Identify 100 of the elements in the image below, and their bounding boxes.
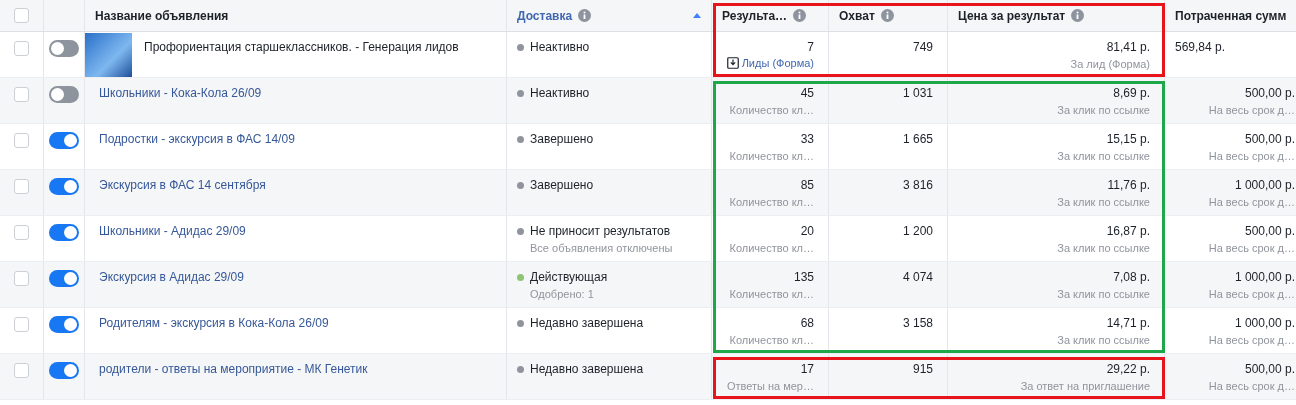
reach-value: 3 158 — [902, 316, 933, 330]
results-type: Ответы на мер… — [726, 380, 814, 392]
info-icon[interactable] — [880, 9, 894, 22]
results-type: Количество кл… — [729, 242, 814, 254]
ad-name-link[interactable]: Родителям - экскурсия в Кока-Кола 26/09 — [99, 316, 329, 330]
results-value: 68 — [800, 316, 814, 330]
checkbox[interactable] — [14, 317, 29, 332]
toggle-switch[interactable] — [49, 132, 79, 149]
results-type-link[interactable]: Лиды (Форма) — [741, 57, 814, 69]
results-value: 85 — [800, 178, 814, 192]
results-type: Количество кл… — [729, 150, 814, 162]
ad-name-link[interactable]: Подростки - экскурсия в ФАС 14/09 — [99, 132, 295, 146]
delivery-status: Неактивно — [530, 86, 590, 100]
info-icon[interactable] — [793, 9, 807, 22]
cost-value: 11,76 р. — [1107, 178, 1150, 192]
delivery-status: Действующая — [530, 270, 608, 284]
budget-note: На весь срок д… — [1208, 196, 1295, 208]
delivery-status: Завершено — [530, 132, 594, 146]
results-value: 7 — [807, 40, 814, 54]
results-value: 33 — [800, 132, 814, 146]
results-type: Количество кл… — [729, 288, 814, 300]
reach-value: 1 031 — [902, 86, 933, 100]
spent-value: 569,84 р. — [1175, 40, 1227, 54]
checkbox[interactable] — [14, 8, 29, 23]
ad-name-link[interactable]: родители - ответы на мероприятие - МК Генетик — [99, 362, 368, 376]
toggle-switch[interactable] — [49, 316, 79, 333]
status-note: Одобрено: 1 — [530, 288, 595, 300]
results-value: 135 — [793, 270, 814, 284]
spent-value: 1 000,00 р. — [1234, 178, 1295, 192]
budget-note: На весь срок д… — [1208, 150, 1295, 162]
results-value: 20 — [800, 224, 814, 238]
cost-type: За клик по ссылке — [1057, 242, 1150, 254]
reach-value: 4 074 — [902, 270, 933, 284]
column-header[interactable]: Цена за результат — [958, 8, 1066, 23]
column-header[interactable]: Потраченная сумм — [1175, 8, 1287, 23]
checkbox[interactable] — [14, 363, 29, 378]
cost-type: За клик по ссылке — [1057, 196, 1150, 208]
ad-name-link[interactable]: Экскурсия в Адидас 29/09 — [99, 270, 244, 284]
sort-arrow-icon[interactable] — [693, 13, 701, 18]
cost-type: За ответ на приглашение — [1020, 380, 1150, 392]
results-type: Количество кл… — [729, 334, 814, 346]
column-header[interactable]: Доставка — [517, 8, 573, 23]
ad-name-link[interactable]: Экскурсия в ФАС 14 сентября — [99, 178, 266, 192]
results-type: Количество кл… — [729, 104, 814, 116]
ad-name-link[interactable]: Школьники - Адидас 29/09 — [99, 224, 246, 238]
info-icon[interactable] — [1071, 9, 1085, 22]
budget-note: На весь срок д… — [1208, 104, 1295, 116]
cost-value: 14,71 р. — [1106, 316, 1150, 330]
spent-value: 500,00 р. — [1244, 224, 1295, 238]
delivery-status: Недавно завершена — [530, 316, 644, 330]
results-value: 17 — [800, 362, 814, 376]
checkbox[interactable] — [14, 225, 29, 240]
checkbox[interactable] — [14, 133, 29, 148]
delivery-status: Не приносит результатов — [530, 224, 671, 238]
results-type: Количество кл… — [729, 196, 814, 208]
spent-value: 1 000,00 р. — [1234, 316, 1295, 330]
cost-type: За клик по ссылке — [1057, 150, 1150, 162]
ad-name-link[interactable]: Профориентация старшеклассников. - Генерация лидов — [144, 40, 459, 54]
cost-type: За лид (Форма) — [1070, 58, 1150, 70]
toggle-switch[interactable] — [49, 40, 79, 57]
toggle-switch[interactable] — [49, 86, 79, 103]
checkbox[interactable] — [14, 179, 29, 194]
status-note: Все объявления отключены — [530, 242, 674, 254]
spent-value: 500,00 р. — [1244, 362, 1295, 376]
spent-value: 1 000,00 р. — [1234, 270, 1295, 284]
download-icon — [726, 57, 739, 69]
cost-value: 16,87 р. — [1106, 224, 1150, 238]
spent-value: 500,00 р. — [1244, 86, 1295, 100]
checkbox[interactable] — [14, 271, 29, 286]
reach-value: 749 — [912, 40, 933, 54]
results-value: 45 — [800, 86, 814, 100]
cost-value: 15,15 р. — [1106, 132, 1150, 146]
spent-value: 500,00 р. — [1244, 132, 1295, 146]
toggle-switch[interactable] — [49, 224, 79, 241]
delivery-status: Завершено — [530, 178, 594, 192]
checkbox[interactable] — [14, 87, 29, 102]
cost-value: 81,41 р. — [1106, 40, 1150, 54]
reach-value: 1 200 — [902, 224, 933, 238]
toggle-switch[interactable] — [49, 362, 79, 379]
cost-type: За клик по ссылке — [1057, 288, 1150, 300]
budget-note: На весь срок д… — [1208, 380, 1295, 392]
reach-value: 1 665 — [902, 132, 933, 146]
toggle-switch[interactable] — [49, 270, 79, 287]
column-header[interactable]: Результа… — [722, 8, 788, 23]
toggle-switch[interactable] — [49, 178, 79, 195]
reach-value: 3 816 — [902, 178, 933, 192]
cost-value: 8,69 р. — [1113, 86, 1150, 100]
cost-value: 7,08 р. — [1113, 270, 1150, 284]
cost-type: За клик по ссылке — [1057, 334, 1150, 346]
cost-value: 29,22 р. — [1106, 362, 1150, 376]
delivery-status: Недавно завершена — [530, 362, 644, 376]
info-icon[interactable] — [578, 9, 592, 22]
checkbox[interactable] — [14, 41, 29, 56]
column-header[interactable]: Охват — [839, 8, 875, 23]
budget-note: На весь срок д… — [1208, 334, 1295, 346]
reach-value: 915 — [912, 362, 933, 376]
cost-type: За клик по ссылке — [1057, 104, 1150, 116]
ad-name-link[interactable]: Школьники - Кока-Кола 26/09 — [99, 86, 262, 100]
column-header[interactable]: Название объявления — [95, 8, 229, 23]
delivery-status: Неактивно — [530, 40, 590, 54]
